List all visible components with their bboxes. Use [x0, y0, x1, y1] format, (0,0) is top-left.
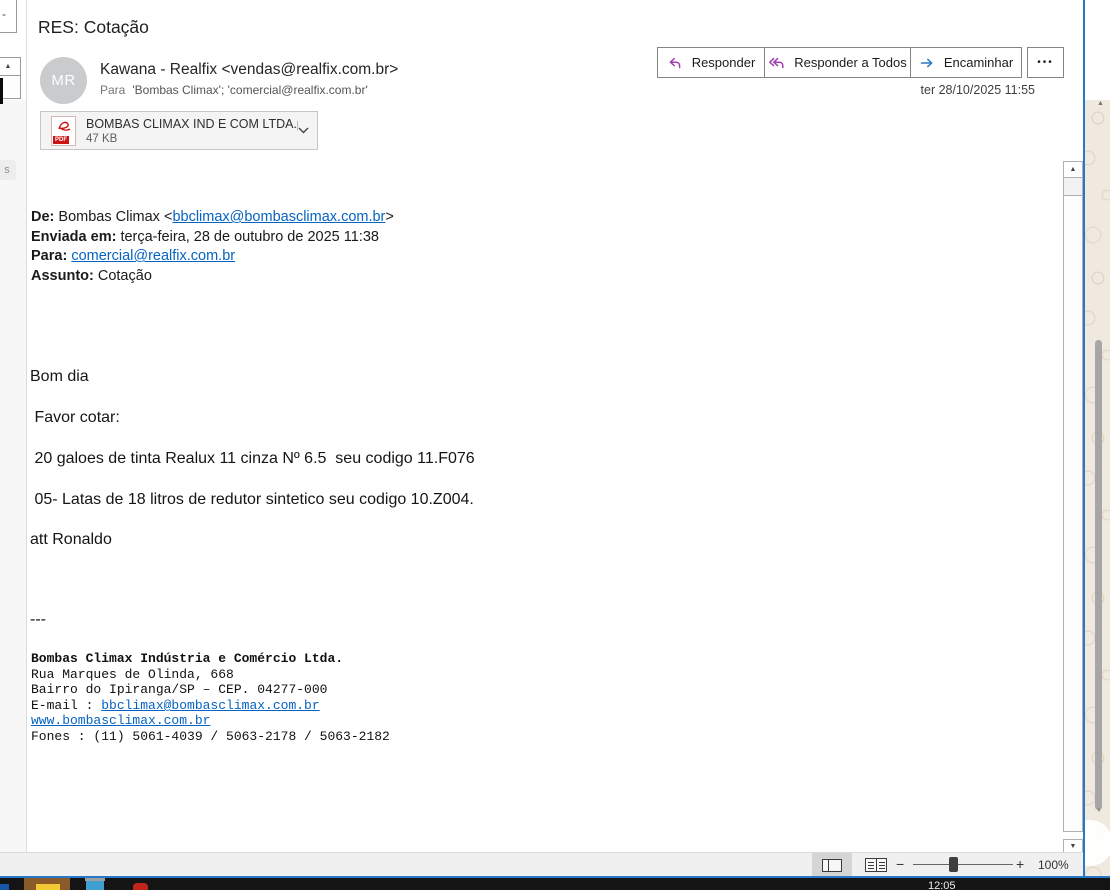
attachment-size: 47 KB	[86, 133, 298, 145]
reply-all-button[interactable]: Responder a Todos	[764, 47, 911, 78]
signature-phones: Fones : (11) 5061-4039 / 5063-2178 / 506…	[31, 729, 390, 744]
header-assunto: Assunto: Cotação	[31, 267, 394, 287]
reading-pane-scrollbar[interactable]: ▲	[1063, 161, 1083, 832]
header-de: De: Bombas Climax <bbclimax@bombasclimax…	[31, 208, 394, 228]
signature-email-link[interactable]: bbclimax@bombasclimax.com.br	[101, 698, 319, 713]
zoom-slider-track[interactable]	[913, 864, 1013, 865]
taskbar: 12:05	[0, 878, 1110, 890]
up-arrow-icon: ▲	[5, 63, 12, 70]
body-line: 20 galoes de tinta Realux 11 cinza Nº 6.…	[30, 450, 475, 468]
zoom-slider-thumb[interactable]	[949, 857, 958, 872]
reply-all-label: Responder a Todos	[794, 55, 907, 70]
zoom-in-button[interactable]: +	[1016, 856, 1024, 872]
body-line: Bom dia	[30, 368, 89, 386]
taskbar-icon-monitor-screen	[86, 881, 104, 890]
zoom-level[interactable]: 100%	[1038, 858, 1069, 872]
pdf-logo-icon	[53, 119, 76, 133]
para-label: Para:	[31, 248, 67, 264]
taskbar-clock: 12:05	[928, 880, 956, 890]
taskbar-icon-folder-front	[36, 884, 60, 890]
pdf-badge: PDF	[53, 136, 69, 144]
status-bar: − + 100%	[0, 852, 1085, 876]
reading-mode-view-button[interactable]	[865, 858, 887, 872]
signature-address1: Rua Marques de Olinda, 668	[31, 667, 234, 682]
signature-website-line: www.bombasclimax.com.br	[31, 713, 210, 728]
header-enviada: Enviada em: terça-feira, 28 de outubro d…	[31, 228, 394, 248]
taskbar-icon-blue[interactable]	[0, 884, 9, 890]
email-subject: RES: Cotação	[38, 17, 149, 38]
forward-button[interactable]: Encaminhar	[910, 47, 1022, 78]
scrollbar-down-button[interactable]: ▼	[1063, 839, 1083, 853]
to-label: Para	[100, 83, 125, 97]
pane-divider	[26, 0, 27, 852]
fragment-tooltip-tail: s	[0, 160, 16, 180]
signature-email-line: E-mail : bbclimax@bombasclimax.com.br	[31, 698, 320, 713]
background-app-strip: ▲ ▼	[1085, 100, 1110, 878]
de-email-link[interactable]: bbclimax@bombasclimax.com.br	[172, 209, 385, 225]
reply-all-icon	[768, 55, 785, 71]
outlook-window: - ▲ s RES: Cotação MR Kawana - Realfix <…	[0, 0, 1085, 878]
recipient-line: Para 'Bombas Climax'; 'comercial@realfix.…	[100, 83, 368, 97]
background-scrollbar-thumb[interactable]	[1095, 340, 1102, 810]
body-line: Favor cotar:	[30, 409, 120, 427]
scrollbar-thumb[interactable]	[1064, 178, 1082, 196]
taskbar-icon-red[interactable]	[133, 883, 148, 890]
forward-icon	[919, 55, 935, 71]
scrollbar-up-button[interactable]: ▲	[1064, 162, 1082, 178]
quoted-header-block: De: Bombas Climax <bbclimax@bombasclimax…	[31, 208, 394, 286]
de-label: De:	[31, 209, 54, 225]
pdf-file-icon: PDF	[51, 116, 76, 146]
zoom-out-button[interactable]: −	[896, 856, 904, 872]
recipients[interactable]: 'Bombas Climax'; 'comercial@realfix.com.…	[132, 83, 367, 97]
reply-label: Responder	[692, 55, 756, 70]
fragment-box-top: -	[0, 0, 17, 33]
attachment-name: BOMBAS CLIMAX IND E COM LTDA.pdf	[86, 117, 298, 131]
de-after: >	[385, 209, 393, 225]
avatar[interactable]: MR	[40, 57, 87, 104]
signature-address2: Bairro do Ipiranga/SP – CEP. 04277-000	[31, 682, 327, 697]
signature-divider: ---	[30, 611, 46, 629]
reply-button[interactable]: Responder	[657, 47, 765, 78]
layout-icon	[828, 860, 829, 871]
body-line: 05- Latas de 18 litros de redutor sintet…	[30, 491, 474, 509]
down-arrow-icon: ▼	[1070, 843, 1077, 850]
signature-company: Bombas Climax Indústria e Comércio Ltda.	[31, 651, 343, 666]
para-email-link[interactable]: comercial@realfix.com.br	[71, 248, 235, 264]
received-date: ter 28/10/2025 11:55	[921, 83, 1035, 97]
assunto-text: Cotação	[94, 268, 152, 284]
signature-website-link[interactable]: www.bombasclimax.com.br	[31, 713, 210, 728]
de-text: Bombas Climax <	[54, 209, 172, 225]
left-scrollbar-thumb[interactable]	[0, 75, 21, 99]
more-actions-button[interactable]: •••	[1027, 47, 1064, 78]
up-arrow-icon: ▲	[1070, 166, 1077, 173]
fragment-minus: -	[2, 7, 6, 21]
reading-layout-view-button[interactable]	[822, 859, 842, 872]
signature-email-label: E-mail :	[31, 698, 101, 713]
strip-up-arrow-icon: ▲	[1097, 100, 1104, 107]
left-pane-fragment: - ▲ s	[0, 0, 27, 852]
enviada-label: Enviada em:	[31, 229, 116, 245]
fragment-s: s	[4, 164, 10, 176]
left-scrollbar-up-button[interactable]: ▲	[0, 57, 21, 76]
chevron-down-icon[interactable]	[298, 127, 309, 134]
avatar-initials: MR	[51, 72, 75, 89]
strip-down-arrow-icon: ▼	[1096, 808, 1102, 814]
attachment-chip[interactable]: PDF BOMBAS CLIMAX IND E COM LTDA.pdf 47 …	[40, 111, 318, 150]
left-pane-fill	[0, 100, 26, 852]
assunto-label: Assunto:	[31, 268, 94, 284]
wallpaper-circle-doodle	[1085, 820, 1110, 866]
screen: { "subject": "RES: Cotação", "sender": {…	[0, 0, 1110, 890]
book-icon	[876, 859, 877, 871]
body-line: att Ronaldo	[30, 531, 112, 549]
black-edge-fragment	[0, 78, 3, 104]
header-para: Para: comercial@realfix.com.br	[31, 247, 394, 267]
sender-name[interactable]: Kawana - Realfix <vendas@realfix.com.br>	[100, 61, 398, 79]
forward-label: Encaminhar	[944, 55, 1013, 70]
enviada-text: terça-feira, 28 de outubro de 2025 11:38	[116, 229, 379, 245]
reply-icon	[667, 55, 683, 71]
more-icon: •••	[1037, 57, 1054, 68]
attachment-text: BOMBAS CLIMAX IND E COM LTDA.pdf 47 KB	[86, 117, 298, 145]
